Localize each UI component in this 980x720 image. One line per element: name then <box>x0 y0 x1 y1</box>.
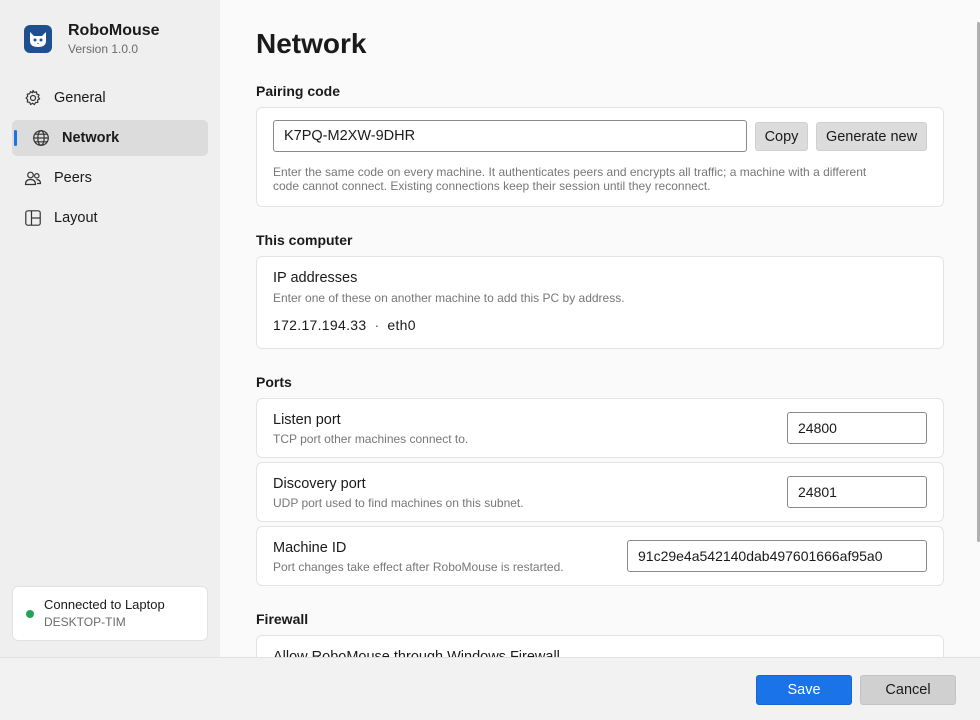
sidebar-nav: General Network Peers Layout <box>12 80 208 240</box>
section-label-firewall: Firewall <box>256 611 309 627</box>
section-label-this-computer: This computer <box>256 232 353 248</box>
sidebar-item-label: Peers <box>54 170 92 186</box>
sidebar-item-label: Layout <box>54 210 98 226</box>
machine-id-input[interactable] <box>627 540 927 572</box>
people-icon <box>24 169 42 187</box>
generate-new-button[interactable]: Generate new <box>816 122 927 151</box>
status-indicator-dot <box>26 610 34 618</box>
ip-address-value: 172.17.194.33 <box>273 317 367 333</box>
ip-interface-name: eth0 <box>387 317 416 333</box>
page-title: Network <box>256 28 367 59</box>
listen-port-input[interactable] <box>787 412 927 444</box>
listen-port-title: Listen port <box>273 412 341 428</box>
connection-status-title: Connected to Laptop <box>44 597 165 612</box>
firewall-allow-title: Allow RoboMouse through Windows Firewall <box>273 649 560 657</box>
main-content: Network Pairing code Copy Generate new E… <box>220 0 980 657</box>
sidebar-item-layout[interactable]: Layout <box>12 200 208 236</box>
sidebar-item-network[interactable]: Network <box>12 120 208 156</box>
this-computer-card: IP addresses Enter one of these on anoth… <box>256 256 944 349</box>
pairing-card: Copy Generate new Enter the same code on… <box>256 107 944 207</box>
discovery-port-row: Discovery port UDP port used to find mac… <box>256 462 944 522</box>
sidebar: RoboMouse Version 1.0.0 General Network … <box>0 0 220 720</box>
pairing-helper-line-1: Enter the same code on every machine. It… <box>273 165 867 179</box>
discovery-port-help: UDP port used to find machines on this s… <box>273 496 524 510</box>
listen-port-help: TCP port other machines connect to. <box>273 432 469 446</box>
machine-id-row: Machine ID Port changes take effect afte… <box>256 526 944 586</box>
footer-bar: Save Cancel <box>0 657 980 720</box>
discovery-port-title: Discovery port <box>273 476 366 492</box>
sidebar-item-general[interactable]: General <box>12 80 208 116</box>
app-brand: RoboMouse Version 1.0.0 <box>24 22 160 56</box>
app-version: Version 1.0.0 <box>68 42 139 56</box>
sidebar-item-peers[interactable]: Peers <box>12 160 208 196</box>
cancel-button[interactable]: Cancel <box>860 675 956 705</box>
section-label-ports: Ports <box>256 374 292 390</box>
connection-status-host: DESKTOP-TIM <box>44 615 126 629</box>
ip-separator: · <box>374 317 380 333</box>
machine-id-title: Machine ID <box>273 540 347 556</box>
grid-layout-icon <box>24 209 42 227</box>
globe-icon <box>32 129 50 147</box>
listen-port-row: Listen port TCP port other machines conn… <box>256 398 944 458</box>
sidebar-item-label: Network <box>62 130 120 146</box>
discovery-port-input[interactable] <box>787 476 927 508</box>
ip-address-entry: 172.17.194.33 · eth0 <box>273 317 416 333</box>
ip-addresses-help: Enter one of these on another machine to… <box>273 291 625 305</box>
copy-button[interactable]: Copy <box>755 122 808 151</box>
pairing-helper-line-2: code cannot connect. Existing connection… <box>273 179 711 193</box>
cat-face-icon <box>24 25 52 53</box>
machine-id-help: Port changes take effect after RoboMouse… <box>273 560 564 574</box>
pairing-code-input[interactable] <box>273 120 747 152</box>
firewall-row: Allow RoboMouse through Windows Firewall <box>256 635 944 657</box>
save-button[interactable]: Save <box>756 675 852 705</box>
sidebar-item-label: General <box>54 90 106 106</box>
section-label-pairing: Pairing code <box>256 83 341 99</box>
app-name: RoboMouse <box>68 22 160 39</box>
ip-addresses-title: IP addresses <box>273 270 358 286</box>
gear-icon <box>24 89 42 107</box>
connection-status-card: Connected to Laptop DESKTOP-TIM <box>12 586 208 641</box>
